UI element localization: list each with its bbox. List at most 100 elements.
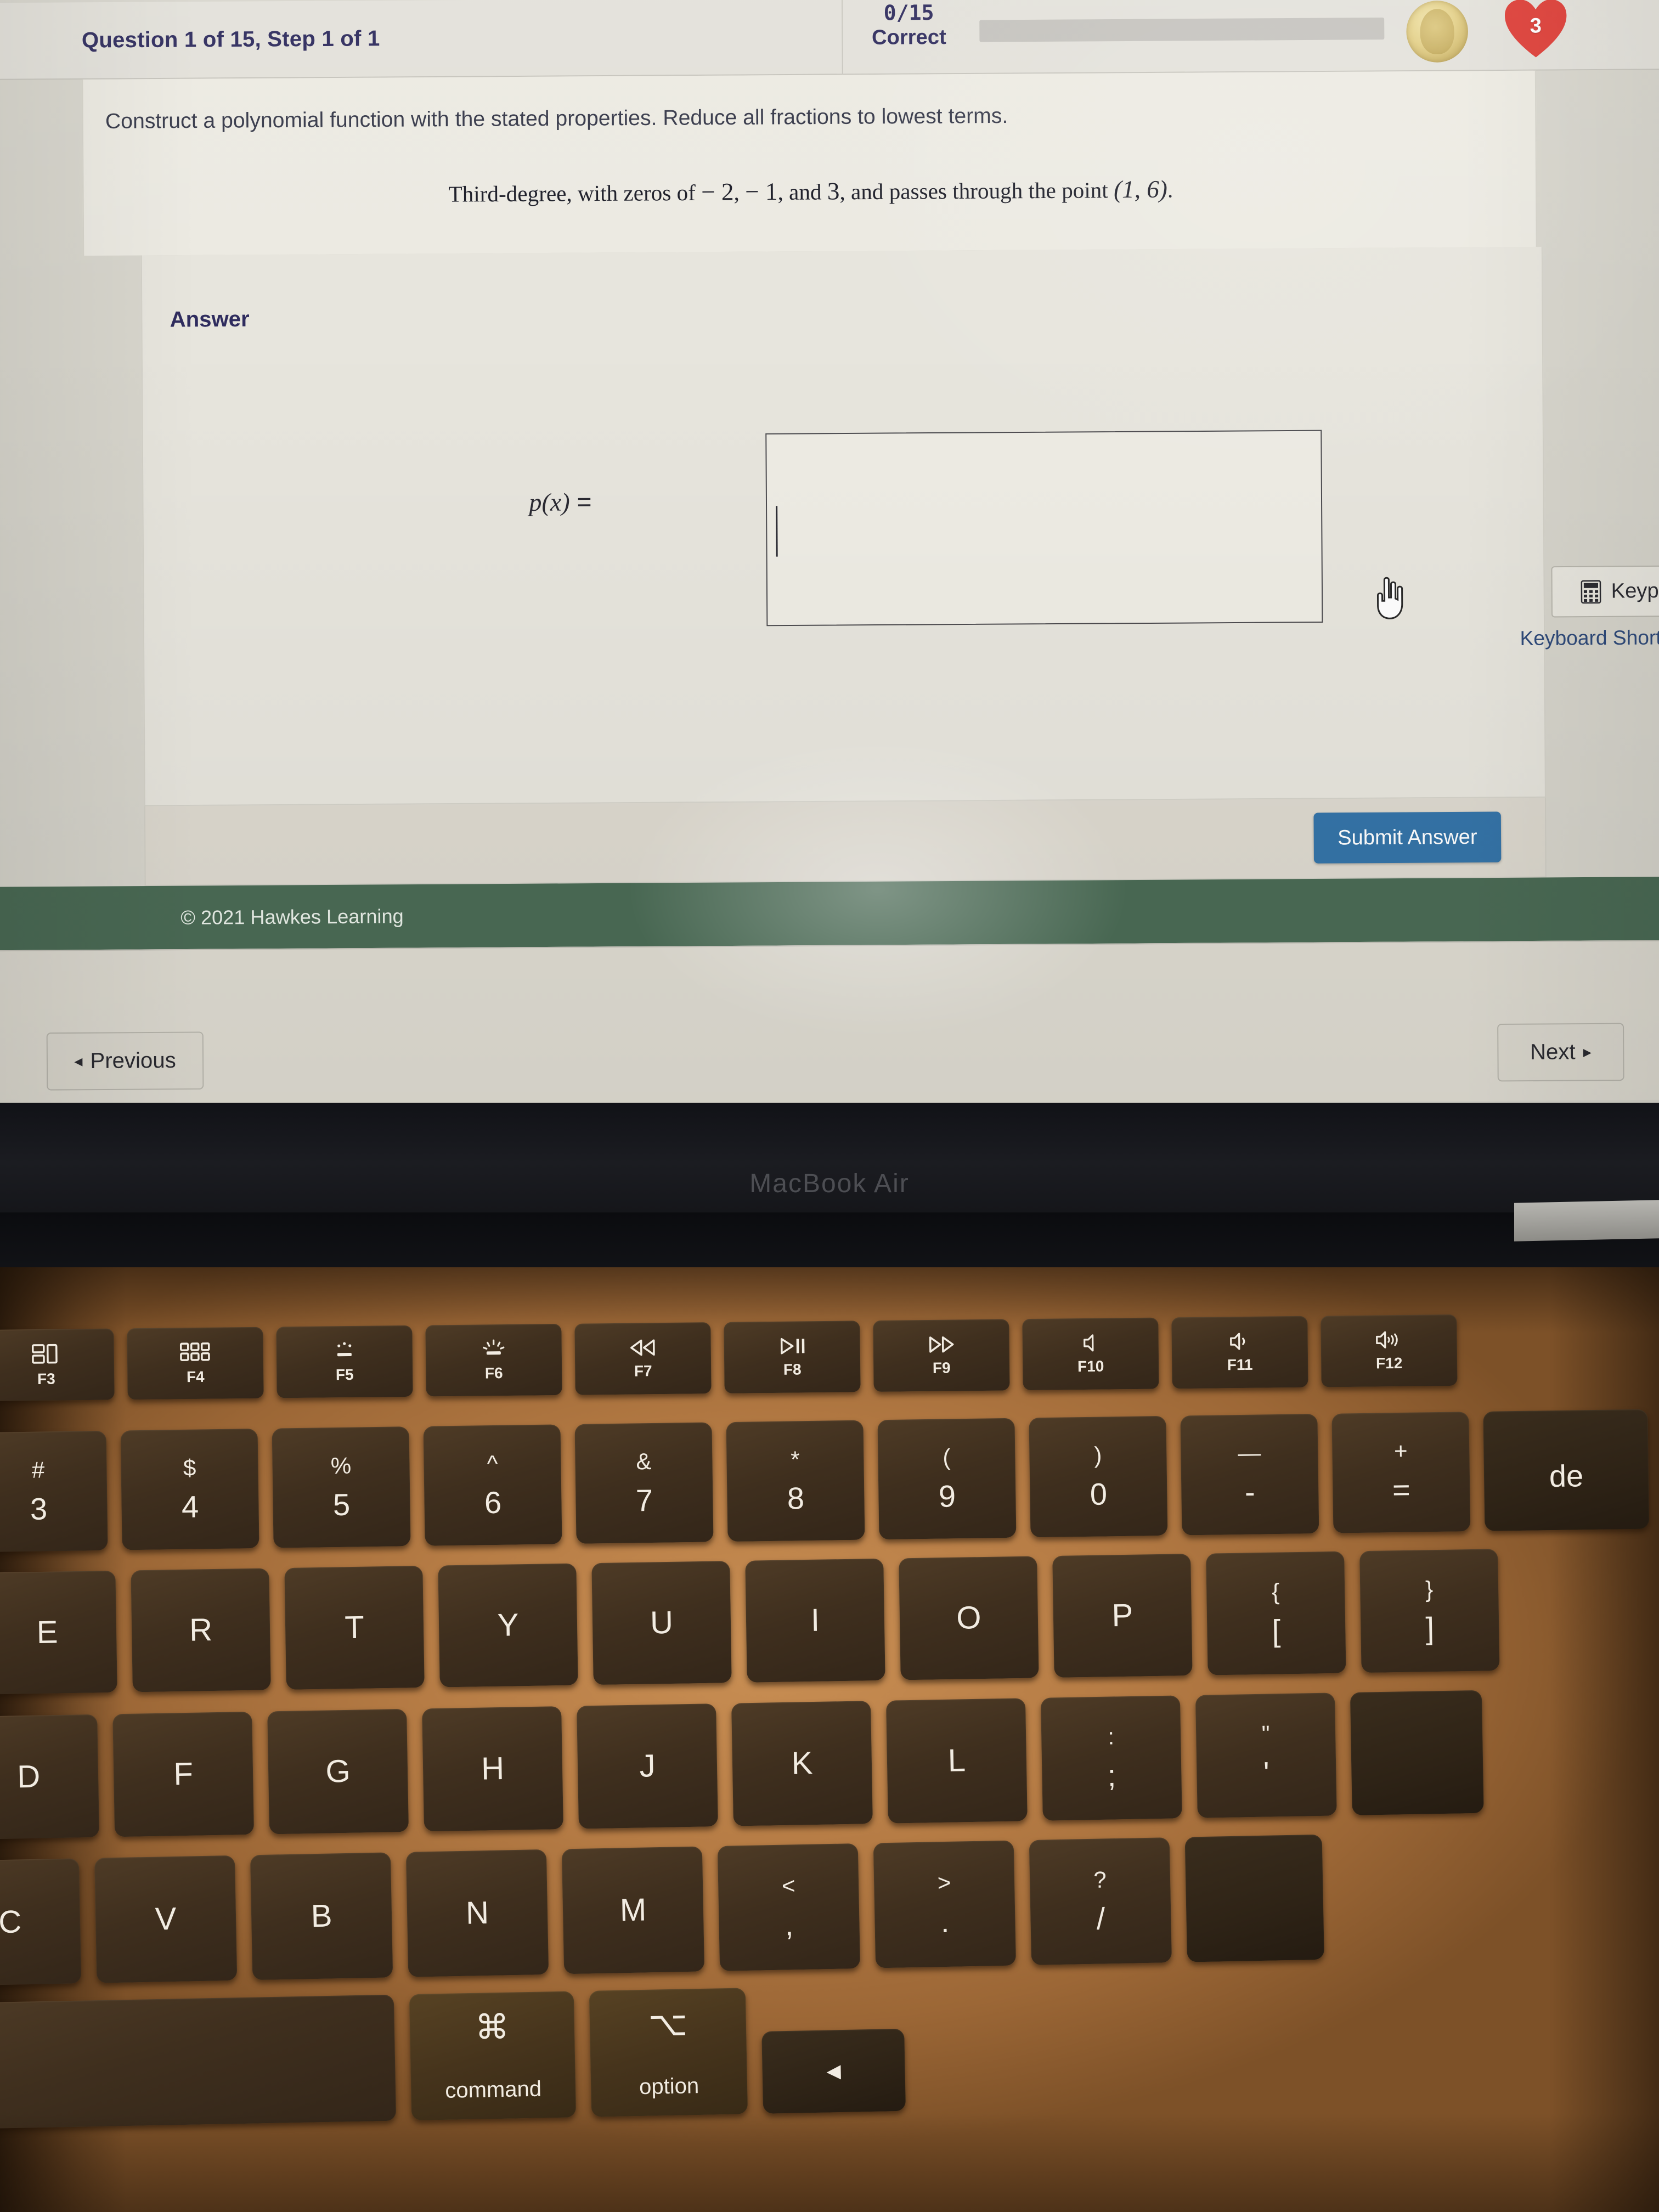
key-h[interactable]: H — [422, 1706, 563, 1832]
keyboard-backlight-down-icon — [337, 1342, 352, 1357]
key-quote[interactable]: " ' — [1195, 1692, 1337, 1818]
key-c[interactable]: C — [0, 1858, 82, 1987]
key-option[interactable]: ⌥ option — [589, 1988, 748, 2117]
key-0[interactable]: ) 0 — [1029, 1415, 1168, 1538]
key-return[interactable] — [1350, 1690, 1484, 1815]
key-6[interactable]: ^ 6 — [423, 1424, 562, 1546]
f10-mute-key[interactable]: F10 — [1022, 1317, 1159, 1391]
chevron-right-icon: ▸ — [1583, 1043, 1592, 1062]
key-left-bracket[interactable]: { [ — [1206, 1551, 1346, 1675]
answer-equation-label: p(x) = — [529, 487, 592, 517]
key-7[interactable]: & 7 — [574, 1422, 714, 1544]
key-right-bracket-label: ] — [1425, 1611, 1435, 1646]
key-slash[interactable]: ? / — [1029, 1837, 1172, 1966]
key-arrow-left[interactable]: ◀ — [761, 2028, 906, 2114]
key-n[interactable]: N — [405, 1849, 549, 1977]
key-command[interactable]: ⌘ command — [409, 1991, 577, 2121]
key-question-mark-label: ? — [1093, 1866, 1107, 1893]
key-j-label: J — [639, 1748, 656, 1784]
key-j[interactable]: J — [577, 1703, 718, 1829]
hinge-highlight — [1514, 1200, 1659, 1242]
key-3-label: 3 — [30, 1491, 48, 1526]
play-pause-icon — [780, 1338, 805, 1355]
zero-value-3: 3 — [827, 177, 840, 205]
key-b-label: B — [311, 1898, 333, 1934]
number-key-row: # 3 $ 4 % 5 ^ 6 & 7 * 8 ( 9 ) 0 — - + = … — [0, 1409, 1650, 1553]
key-d[interactable]: D — [0, 1714, 100, 1840]
score-indicator: 0/15 Correct — [859, 1, 958, 50]
f12-volume-up-key[interactable]: F12 — [1321, 1314, 1458, 1387]
key-right-bracket[interactable]: } ] — [1359, 1549, 1500, 1673]
key-y[interactable]: Y — [438, 1563, 578, 1688]
key-0-shift-label: ) — [1094, 1442, 1102, 1468]
key-m[interactable]: M — [561, 1846, 705, 1974]
speaker-mute-icon — [1084, 1334, 1094, 1352]
f8-play-pause-key[interactable]: F8 — [724, 1321, 861, 1393]
key-t[interactable]: T — [284, 1566, 425, 1690]
key-space[interactable] — [0, 1994, 397, 2130]
f9-fast-forward-key[interactable]: F9 — [873, 1319, 1010, 1392]
keyboard-shortcuts-link[interactable]: Keyboard Shortcuts — [1508, 626, 1659, 650]
key-e[interactable]: E — [0, 1570, 117, 1695]
key-9-label: 9 — [938, 1479, 956, 1514]
key-equals-shift-label: + — [1393, 1437, 1408, 1464]
score-value: 0/15 — [883, 0, 934, 25]
f5-label: F5 — [335, 1365, 354, 1384]
f5-keyboard-brightness-down-key[interactable]: F5 — [276, 1325, 413, 1398]
key-command-label: command — [444, 2076, 542, 2103]
key-colon-label: : — [1107, 1723, 1115, 1750]
key-t-label: T — [344, 1609, 365, 1646]
key-3[interactable]: # 3 — [0, 1430, 108, 1553]
key-3-shift-label: # — [31, 1457, 45, 1483]
f11-volume-down-key[interactable]: F11 — [1171, 1316, 1308, 1389]
key-i[interactable]: I — [745, 1558, 885, 1683]
answer-input[interactable] — [765, 430, 1323, 627]
key-semicolon[interactable]: : ; — [1040, 1695, 1182, 1821]
zero-value-1: − 2 — [701, 178, 734, 206]
rewind-icon — [630, 1339, 655, 1356]
key-p[interactable]: P — [1052, 1554, 1193, 1678]
f4-label: F4 — [186, 1368, 205, 1386]
keypad-button[interactable]: Keypad — [1551, 565, 1659, 618]
key-comma[interactable]: < , — [717, 1843, 861, 1971]
key-equals[interactable]: + = — [1331, 1412, 1471, 1533]
deck-bottom-shadow — [0, 2113, 1659, 2212]
key-f[interactable]: F — [112, 1711, 255, 1837]
f4-launchpad-key[interactable]: F4 — [127, 1327, 264, 1400]
function-name: p — [529, 488, 542, 517]
key-p-label: P — [1111, 1597, 1133, 1634]
previous-button[interactable]: ◂ Previous — [46, 1031, 204, 1091]
browser-page: Question 1 of 15, Step 1 of 1 0/15 Corre… — [0, 0, 1659, 1103]
key-b[interactable]: B — [250, 1852, 393, 1980]
lives-count: 3 — [1530, 14, 1542, 38]
key-u[interactable]: U — [591, 1561, 732, 1685]
f12-label: F12 — [1375, 1354, 1403, 1372]
key-o[interactable]: O — [899, 1556, 1039, 1680]
key-h-label: H — [481, 1750, 505, 1787]
key-4[interactable]: $ 4 — [120, 1429, 259, 1550]
key-r[interactable]: R — [131, 1568, 271, 1692]
key-v[interactable]: V — [94, 1855, 238, 1983]
f3-mission-control-key[interactable]: F3 — [0, 1328, 115, 1402]
submit-answer-button[interactable]: Submit Answer — [1313, 811, 1502, 864]
score-label: Correct — [871, 25, 946, 49]
key-l[interactable]: L — [885, 1698, 1028, 1824]
key-9[interactable]: ( 9 — [877, 1418, 1017, 1540]
key-o-label: O — [956, 1600, 982, 1636]
key-k[interactable]: K — [731, 1701, 873, 1826]
key-minus[interactable]: — - — [1180, 1414, 1319, 1536]
next-button[interactable]: Next ▸ — [1497, 1023, 1624, 1082]
key-g[interactable]: G — [267, 1708, 409, 1835]
key-5[interactable]: % 5 — [272, 1426, 411, 1548]
key-right-shift[interactable] — [1184, 1834, 1324, 1962]
f3-label: F3 — [37, 1370, 55, 1387]
statement-sep-2: , and — [777, 179, 827, 205]
f6-keyboard-brightness-up-key[interactable]: F6 — [425, 1323, 562, 1397]
key-6-shift-label: ^ — [487, 1450, 498, 1477]
key-period[interactable]: > . — [873, 1840, 1017, 1968]
key-delete[interactable]: de — [1483, 1409, 1650, 1531]
f7-rewind-key[interactable]: F7 — [574, 1322, 712, 1395]
key-9-shift-label: ( — [943, 1444, 951, 1470]
key-y-label: Y — [497, 1607, 519, 1643]
key-8[interactable]: * 8 — [726, 1420, 865, 1542]
